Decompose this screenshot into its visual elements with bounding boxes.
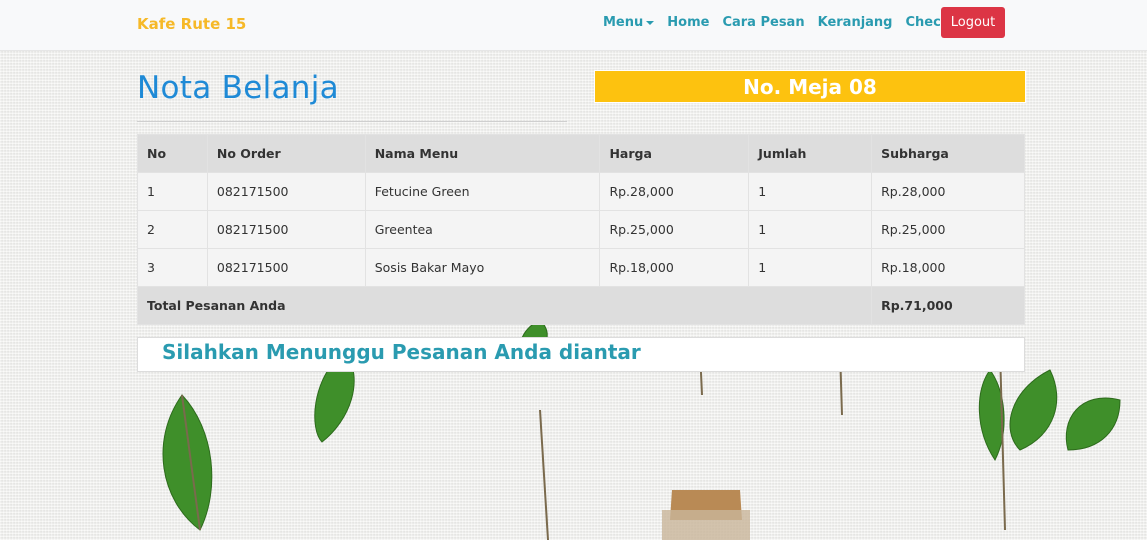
cell-no-order: 082171500: [206, 248, 366, 287]
cell-jumlah: 1: [748, 210, 873, 249]
table-row: 3 082171500 Sosis Bakar Mayo Rp.18,000 1…: [137, 248, 1025, 287]
cell-jumlah: 1: [748, 248, 873, 287]
waiting-notice: Silahkan Menunggu Pesanan Anda diantar: [137, 337, 1025, 372]
column-header-no-order: No Order: [206, 134, 366, 173]
brand-logo[interactable]: Kafe Rute 15: [137, 15, 246, 33]
column-header-nama-menu: Nama Menu: [364, 134, 601, 173]
nav-menu-dropdown[interactable]: Menu: [603, 15, 655, 30]
cell-nama-menu: Fetucine Green: [364, 172, 601, 211]
nav-links: Menu Home Cara Pesan Keranjang Checkout: [603, 15, 987, 30]
waiting-notice-text: Silahkan Menunggu Pesanan Anda diantar: [162, 340, 641, 364]
nav-keranjang[interactable]: Keranjang: [818, 15, 893, 30]
total-label: Total Pesanan Anda: [136, 286, 873, 325]
cell-harga: Rp.18,000: [599, 248, 750, 287]
cell-nama-menu: Sosis Bakar Mayo: [364, 248, 601, 287]
cell-no: 1: [137, 172, 208, 211]
cell-harga: Rp.28,000: [599, 172, 750, 211]
cell-no-order: 082171500: [206, 172, 366, 211]
cell-no-order: 082171500: [206, 210, 366, 249]
chevron-down-icon: [646, 20, 655, 25]
column-header-jumlah: Jumlah: [748, 134, 873, 173]
cell-harga: Rp.25,000: [599, 210, 750, 249]
cell-no: 3: [137, 248, 208, 287]
total-row: Total Pesanan Anda Rp.71,000: [136, 286, 1025, 325]
total-value: Rp.71,000: [871, 286, 1025, 325]
cell-jumlah: 1: [748, 172, 873, 211]
top-navbar: Kafe Rute 15 Menu Home Cara Pesan Keranj…: [0, 0, 1147, 51]
nav-cara-pesan[interactable]: Cara Pesan: [722, 15, 804, 30]
logout-button[interactable]: Logout: [941, 7, 1005, 38]
cell-nama-menu: Greentea: [364, 210, 601, 249]
nav-home[interactable]: Home: [667, 15, 709, 30]
nav-menu-label: Menu: [603, 15, 644, 30]
table-header-row: No No Order Nama Menu Harga Jumlah Subha…: [137, 134, 1025, 173]
page-title: Nota Belanja: [137, 70, 339, 106]
table-row: 1 082171500 Fetucine Green Rp.28,000 1 R…: [137, 172, 1025, 211]
column-header-subharga: Subharga: [871, 134, 1025, 173]
cell-no: 2: [137, 210, 208, 249]
cell-subharga: Rp.25,000: [871, 210, 1025, 249]
table-row: 2 082171500 Greentea Rp.25,000 1 Rp.25,0…: [137, 210, 1025, 249]
title-divider: [137, 121, 567, 122]
column-header-harga: Harga: [599, 134, 750, 173]
cell-subharga: Rp.28,000: [871, 172, 1025, 211]
table-number-badge: No. Meja 08: [594, 70, 1026, 103]
cell-subharga: Rp.18,000: [871, 248, 1025, 287]
column-header-no: No: [137, 134, 208, 173]
order-table: No No Order Nama Menu Harga Jumlah Subha…: [136, 134, 1025, 325]
